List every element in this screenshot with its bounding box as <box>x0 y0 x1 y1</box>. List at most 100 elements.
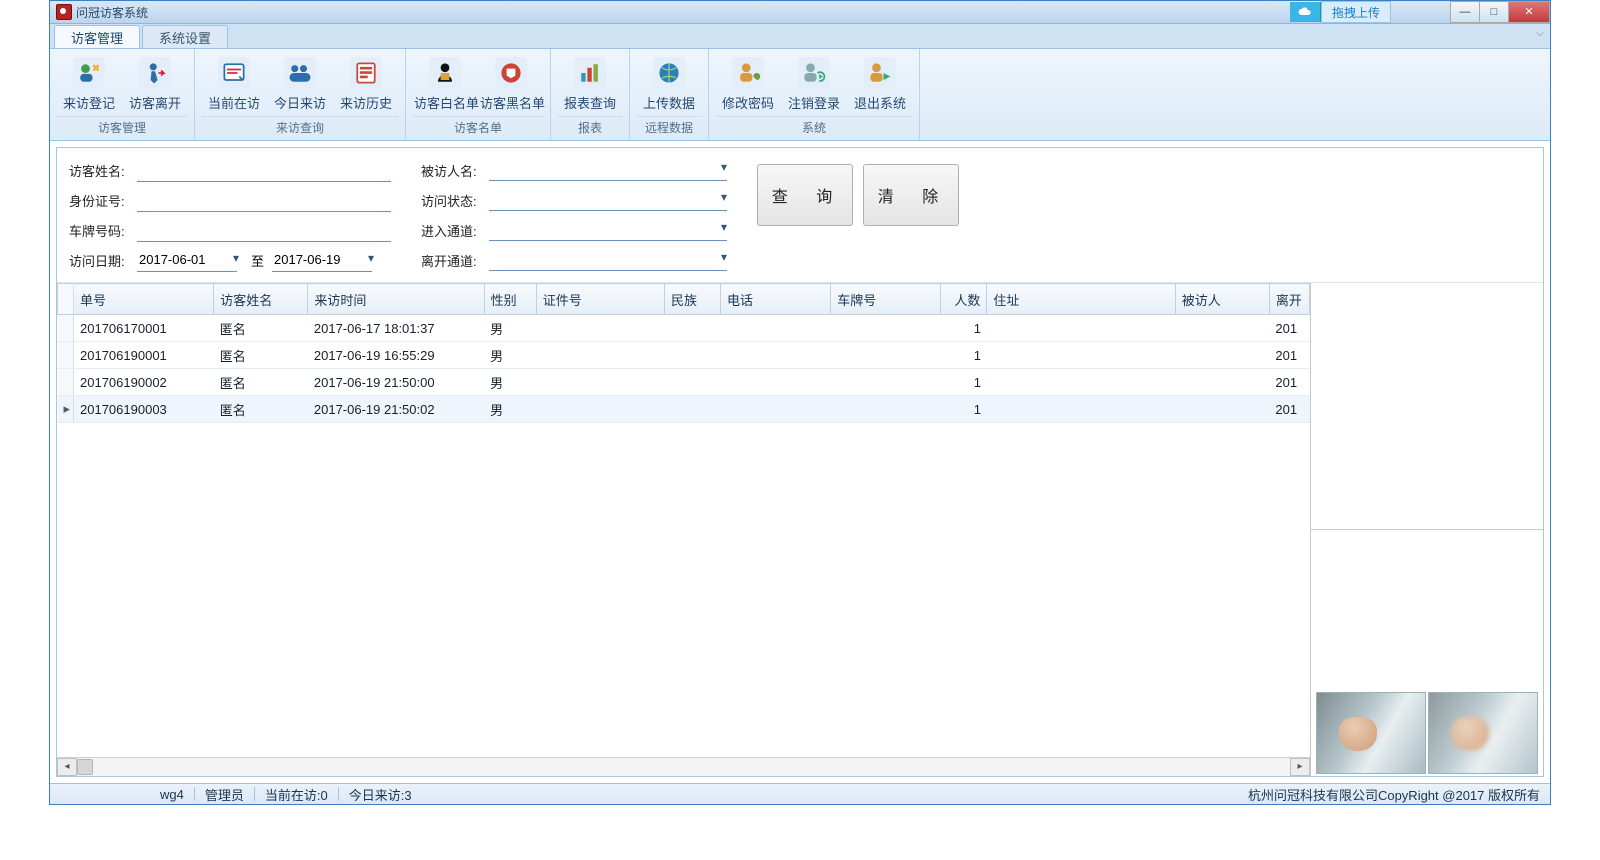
cell-gender: 男 <box>484 396 536 423</box>
cell-count: 1 <box>941 315 987 342</box>
visit-status-select[interactable] <box>489 190 727 211</box>
horizontal-scrollbar[interactable]: ◂ ▸ <box>57 757 1310 776</box>
cell-count: 1 <box>941 369 987 396</box>
drag-upload-link[interactable]: 拖拽上传 <box>1321 1 1391 23</box>
visited-name-label: 被访人名: <box>421 161 489 180</box>
col-plate[interactable]: 车牌号 <box>831 284 941 315</box>
cell-cert-no <box>536 315 664 342</box>
visit-history-button[interactable]: 来访历史 <box>333 51 399 116</box>
leave-channel-select[interactable] <box>489 250 727 271</box>
cell-cert-no <box>536 369 664 396</box>
plate-no-input[interactable] <box>137 219 391 242</box>
logout-button[interactable]: 注销登录 <box>781 51 847 116</box>
enter-channel-select[interactable] <box>489 220 727 241</box>
col-ethnicity[interactable]: 民族 <box>664 284 720 315</box>
whitelist-button[interactable]: 访客白名单 <box>412 51 478 116</box>
enter-channel-label: 进入通道: <box>421 221 489 240</box>
id-no-input[interactable] <box>137 189 391 212</box>
ribbon-group-visitor-mgmt-label: 访客管理 <box>56 116 188 140</box>
date-to-input[interactable] <box>272 249 372 272</box>
cell-address <box>987 396 1175 423</box>
cell-plate <box>831 315 941 342</box>
cell-visited <box>1175 396 1269 423</box>
leave-channel-label: 离开通道: <box>421 251 489 270</box>
close-button[interactable]: ✕ <box>1508 1 1550 23</box>
current-visits-button[interactable]: 当前在访 <box>201 51 267 116</box>
history-icon <box>350 57 382 89</box>
today-visits-button[interactable]: 今日来访 <box>267 51 333 116</box>
visitor-name-input[interactable] <box>137 159 391 182</box>
table-row[interactable]: ▸201706190003匿名2017-06-19 21:50:02男1201 <box>58 396 1310 423</box>
cloud-icon-button[interactable] <box>1290 2 1321 22</box>
visitor-photo-1 <box>1316 692 1426 774</box>
cell-leave: 201 <box>1269 342 1309 369</box>
ribbon-group-remote: 上传数据 远程数据 <box>630 49 709 140</box>
today-visits-label: 今日来访 <box>269 93 331 112</box>
blacklist-button[interactable]: 访客黑名单 <box>478 51 544 116</box>
preview-panel-bottom <box>1311 530 1543 776</box>
register-icon <box>73 57 105 89</box>
visitor-photo-2 <box>1428 692 1538 774</box>
col-count[interactable]: 人数 <box>941 284 987 315</box>
register-visit-button[interactable]: 来访登记 <box>56 51 122 116</box>
visit-date-label: 访问日期: <box>69 251 137 270</box>
cell-ethnicity <box>664 396 720 423</box>
col-visitor-name[interactable]: 访客姓名 <box>214 284 308 315</box>
scroll-thumb[interactable] <box>77 759 93 775</box>
col-address[interactable]: 住址 <box>987 284 1175 315</box>
filter-panel: 访客姓名: 身份证号: 车牌号码: 访问日期: 至 被访人名: 访问状态: 进入… <box>57 148 1543 283</box>
maximize-button[interactable]: □ <box>1479 1 1509 23</box>
leave-icon <box>139 57 171 89</box>
cell-phone <box>721 342 831 369</box>
today-visits-icon <box>284 57 316 89</box>
table-row[interactable]: 201706190002匿名2017-06-19 21:50:00男1201 <box>58 369 1310 396</box>
row-indicator: ▸ <box>58 396 74 423</box>
ribbon-group-system-label: 系统 <box>715 116 913 140</box>
minimize-button[interactable]: — <box>1450 1 1480 23</box>
col-phone[interactable]: 电话 <box>721 284 831 315</box>
blacklist-icon <box>495 57 527 89</box>
col-visited[interactable]: 被访人 <box>1175 284 1269 315</box>
cell-plate <box>831 396 941 423</box>
exit-button[interactable]: 退出系统 <box>847 51 913 116</box>
cell-visitor-name: 匿名 <box>214 396 308 423</box>
row-indicator <box>58 315 74 342</box>
col-gender[interactable]: 性别 <box>484 284 536 315</box>
clear-button[interactable]: 清 除 <box>863 164 959 226</box>
current-visits-icon <box>218 57 250 89</box>
table-row[interactable]: 201706190001匿名2017-06-19 16:55:29男1201 <box>58 342 1310 369</box>
cell-leave: 201 <box>1269 396 1309 423</box>
cell-address <box>987 369 1175 396</box>
row-indicator <box>58 369 74 396</box>
preview-side-panel <box>1311 283 1543 776</box>
scroll-right-icon[interactable]: ▸ <box>1290 758 1310 776</box>
cell-doc-no: 201706170001 <box>74 315 214 342</box>
app-window: 问冠访客系统 拖拽上传 — □ ✕ 访客管理 系统设置 ⌵ 来访登记 <box>49 0 1551 805</box>
change-password-button[interactable]: 修改密码 <box>715 51 781 116</box>
whitelist-label: 访客白名单 <box>414 93 476 112</box>
logout-icon <box>798 57 830 89</box>
date-from-input[interactable] <box>137 249 237 272</box>
logout-label: 注销登录 <box>783 93 845 112</box>
col-leave[interactable]: 离开 <box>1269 284 1309 315</box>
search-button[interactable]: 查 询 <box>757 164 853 226</box>
grid-wrapper: 单号 访客姓名 来访时间 性别 证件号 民族 电话 车牌号 人数 住址 被访人 … <box>57 283 1311 776</box>
table-row[interactable]: 201706170001匿名2017-06-17 18:01:37男1201 <box>58 315 1310 342</box>
report-query-button[interactable]: 报表查询 <box>557 51 623 116</box>
ribbon-group-visitor-lists: 访客白名单 访客黑名单 访客名单 <box>406 49 551 140</box>
col-cert-no[interactable]: 证件号 <box>536 284 664 315</box>
upload-data-button[interactable]: 上传数据 <box>636 51 702 116</box>
ribbon-collapse-icon[interactable]: ⌵ <box>1536 28 1544 39</box>
col-visit-time[interactable]: 来访时间 <box>308 284 484 315</box>
cell-visit-time: 2017-06-17 18:01:37 <box>308 315 484 342</box>
visitor-leave-label: 访客离开 <box>124 93 186 112</box>
results-grid[interactable]: 单号 访客姓名 来访时间 性别 证件号 民族 电话 车牌号 人数 住址 被访人 … <box>57 283 1310 757</box>
col-doc-no[interactable]: 单号 <box>74 284 214 315</box>
tab-visitor-management[interactable]: 访客管理 <box>54 25 140 48</box>
plate-no-label: 车牌号码: <box>69 221 137 240</box>
cell-visit-time: 2017-06-19 16:55:29 <box>308 342 484 369</box>
tab-system-settings[interactable]: 系统设置 <box>142 25 228 48</box>
visitor-leave-button[interactable]: 访客离开 <box>122 51 188 116</box>
visited-name-select[interactable] <box>489 160 727 181</box>
scroll-left-icon[interactable]: ◂ <box>57 758 77 776</box>
